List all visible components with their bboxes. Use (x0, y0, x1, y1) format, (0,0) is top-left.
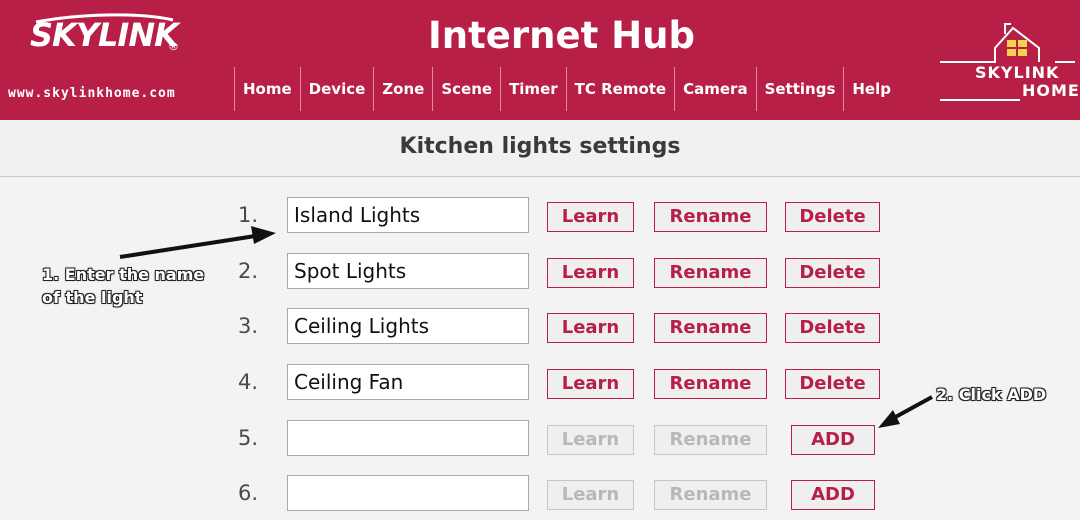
nav-scene[interactable]: Scene (432, 67, 500, 111)
row-number: 1. (238, 203, 259, 227)
annotation-step-2: 2. Click ADD (936, 385, 1047, 404)
row-number: 2. (238, 259, 259, 283)
annotation-step-1: 1. Enter the name of the light (42, 263, 204, 309)
delete-button-3[interactable]: Delete (785, 313, 880, 343)
registered-mark: ® (168, 40, 179, 53)
learn-button-4[interactable]: Learn (547, 369, 634, 399)
nav-tc-remote[interactable]: TC Remote (565, 67, 674, 111)
light-name-input-3[interactable] (287, 308, 529, 344)
row-number: 5. (238, 426, 259, 450)
rename-button-2[interactable]: Rename (654, 258, 767, 288)
brand-line2: HOME (1022, 81, 1080, 100)
nav-device[interactable]: Device (299, 67, 374, 111)
top-header: SKYLINK ® www.skylinkhome.com Internet H… (0, 0, 1080, 120)
delete-button-1[interactable]: Delete (785, 202, 880, 232)
hub-title: Internet Hub (428, 14, 695, 57)
light-name-input-6[interactable] (287, 475, 529, 511)
nav-timer[interactable]: Timer (500, 67, 566, 111)
site-url[interactable]: www.skylinkhome.com (8, 86, 176, 101)
light-name-input-1[interactable] (287, 197, 529, 233)
row-number: 6. (238, 481, 259, 505)
rename-button-4[interactable]: Rename (654, 369, 767, 399)
rename-button-1[interactable]: Rename (654, 202, 767, 232)
light-name-input-2[interactable] (287, 253, 529, 289)
nav-home[interactable]: Home (234, 67, 300, 111)
page-title: Kitchen lights settings (399, 134, 681, 159)
learn-button-6: Learn (547, 480, 634, 510)
add-button-5[interactable]: ADD (791, 425, 875, 455)
annotation-step-1-line2: of the light (42, 288, 143, 307)
learn-button-5: Learn (547, 425, 634, 455)
main-nav: Home Device Zone Scene Timer TC Remote C… (234, 66, 899, 112)
arrow-icon (119, 226, 276, 259)
annotation-step-1-line1: 1. Enter the name (42, 265, 205, 284)
light-name-input-5[interactable] (287, 420, 529, 456)
row-number: 3. (238, 314, 259, 338)
rename-button-3[interactable]: Rename (654, 313, 767, 343)
logo-text: SKYLINK (30, 16, 179, 54)
delete-button-2[interactable]: Delete (785, 258, 880, 288)
brand-line1: SKYLINK (975, 63, 1060, 82)
nav-camera[interactable]: Camera (674, 67, 755, 111)
nav-settings[interactable]: Settings (755, 67, 844, 111)
page-title-bar: Kitchen lights settings (0, 120, 1080, 177)
rename-button-5: Rename (654, 425, 767, 455)
light-name-input-4[interactable] (287, 364, 529, 400)
arrow-icon (878, 395, 933, 428)
nav-zone[interactable]: Zone (373, 67, 432, 111)
learn-button-1[interactable]: Learn (547, 202, 634, 232)
add-button-6[interactable]: ADD (791, 480, 875, 510)
row-number: 4. (238, 370, 259, 394)
rename-button-6: Rename (654, 480, 767, 510)
learn-button-3[interactable]: Learn (547, 313, 634, 343)
nav-help[interactable]: Help (843, 67, 899, 111)
learn-button-2[interactable]: Learn (547, 258, 634, 288)
delete-button-4[interactable]: Delete (785, 369, 880, 399)
